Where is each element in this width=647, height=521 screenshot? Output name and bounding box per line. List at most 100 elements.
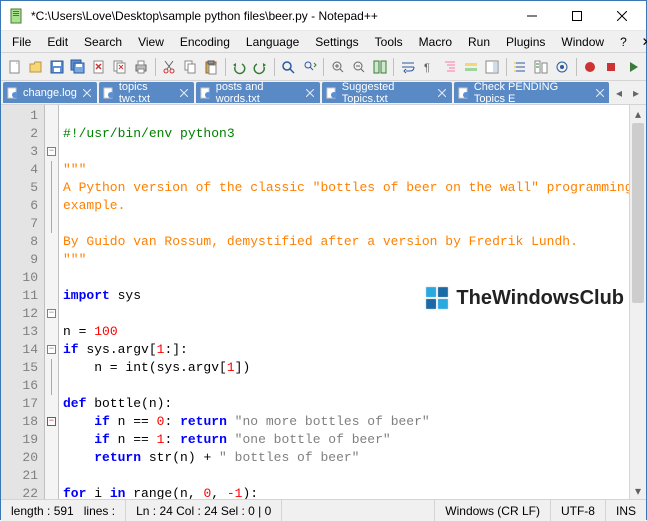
- tab-posts-words[interactable]: posts and words.txt: [196, 82, 320, 103]
- stop-macro-button[interactable]: [602, 56, 621, 78]
- tab-scroll-right[interactable]: ▸: [628, 85, 644, 101]
- menu-macro[interactable]: Macro: [412, 33, 459, 51]
- close-all-button[interactable]: [111, 56, 130, 78]
- tab-topics-twc[interactable]: topics twc.txt: [99, 82, 194, 103]
- status-eol[interactable]: Windows (CR LF): [435, 500, 551, 521]
- menu-edit[interactable]: Edit: [40, 33, 75, 51]
- cut-button[interactable]: [160, 56, 179, 78]
- monitoring-button[interactable]: [553, 56, 572, 78]
- tab-close-icon[interactable]: [179, 87, 190, 99]
- maximize-button[interactable]: [554, 1, 599, 30]
- app-icon: [9, 8, 25, 24]
- toolbar-separator: [576, 58, 577, 76]
- line-number: 17: [3, 395, 38, 413]
- line-number: 16: [3, 377, 38, 395]
- tab-label: Suggested Topics.txt: [342, 81, 433, 105]
- fold-toggle[interactable]: −: [47, 345, 56, 354]
- copy-button[interactable]: [181, 56, 200, 78]
- tab-close-icon[interactable]: [594, 87, 605, 99]
- redo-button[interactable]: [251, 56, 270, 78]
- fold-toggle[interactable]: −: [47, 417, 56, 426]
- tab-check-pending[interactable]: Check PENDING Topics E: [454, 82, 609, 103]
- wordwrap-button[interactable]: [398, 56, 417, 78]
- menu-window[interactable]: Window: [554, 33, 611, 51]
- toolbar-separator: [274, 58, 275, 76]
- toolbar-separator: [225, 58, 226, 76]
- line-number: 13: [3, 323, 38, 341]
- file-icon: [458, 87, 470, 99]
- tab-suggested-topics[interactable]: Suggested Topics.txt: [322, 82, 452, 103]
- line-number: 11: [3, 287, 38, 305]
- line-number: 12: [3, 305, 38, 323]
- minimize-button[interactable]: [509, 1, 554, 30]
- doc-map-button[interactable]: [483, 56, 502, 78]
- menubar: File Edit Search View Encoding Language …: [1, 31, 646, 53]
- line-number: 6: [3, 197, 38, 215]
- tab-close-icon[interactable]: [437, 87, 448, 99]
- close-file-button[interactable]: [89, 56, 108, 78]
- line-number: 15: [3, 359, 38, 377]
- print-button[interactable]: [132, 56, 151, 78]
- close-button[interactable]: [599, 1, 644, 30]
- line-number: 20: [3, 449, 38, 467]
- find-button[interactable]: [279, 56, 298, 78]
- line-number: 14: [3, 341, 38, 359]
- vertical-scrollbar[interactable]: ▴ ▾: [629, 105, 646, 499]
- menu-tools[interactable]: Tools: [368, 33, 410, 51]
- save-all-button[interactable]: [68, 56, 87, 78]
- function-list-button[interactable]: [511, 56, 530, 78]
- fold-column[interactable]: − − − −: [45, 105, 59, 499]
- indent-guide-button[interactable]: [440, 56, 459, 78]
- menu-run[interactable]: Run: [461, 33, 497, 51]
- play-macro-button[interactable]: [623, 56, 642, 78]
- folder-workspace-button[interactable]: [532, 56, 551, 78]
- menu-view[interactable]: View: [131, 33, 171, 51]
- undo-button[interactable]: [230, 56, 249, 78]
- scroll-up-icon[interactable]: ▴: [630, 105, 646, 122]
- toolbar-separator: [393, 58, 394, 76]
- scroll-down-icon[interactable]: ▾: [630, 482, 646, 499]
- menu-search[interactable]: Search: [77, 33, 129, 51]
- fold-toggle[interactable]: −: [47, 309, 56, 318]
- open-file-button[interactable]: [26, 56, 45, 78]
- toolbar-separator: [155, 58, 156, 76]
- menu-encoding[interactable]: Encoding: [173, 33, 237, 51]
- replace-button[interactable]: [300, 56, 319, 78]
- sync-scroll-button[interactable]: [370, 56, 389, 78]
- menu-settings[interactable]: Settings: [308, 33, 365, 51]
- menu-plugins[interactable]: Plugins: [499, 33, 552, 51]
- file-icon: [326, 87, 338, 99]
- new-file-button[interactable]: [5, 56, 24, 78]
- paste-button[interactable]: [202, 56, 221, 78]
- line-number: 3: [3, 143, 38, 161]
- zoom-in-button[interactable]: [328, 56, 347, 78]
- line-number: 10: [3, 269, 38, 287]
- fold-toggle[interactable]: −: [47, 147, 56, 156]
- tab-close-icon[interactable]: [305, 87, 316, 99]
- menu-help[interactable]: ?: [613, 33, 634, 51]
- menu-close-x[interactable]: ✕: [636, 33, 647, 51]
- tab-label: change.log: [23, 87, 77, 99]
- menu-language[interactable]: Language: [239, 33, 306, 51]
- file-icon: [103, 87, 115, 99]
- save-button[interactable]: [47, 56, 66, 78]
- line-number: 9: [3, 251, 38, 269]
- menu-file[interactable]: File: [5, 33, 38, 51]
- line-number: 5: [3, 179, 38, 197]
- toolbar-separator: [323, 58, 324, 76]
- titlebar: *C:\Users\Love\Desktop\sample python fil…: [1, 1, 646, 31]
- scrollbar-thumb[interactable]: [632, 123, 644, 303]
- udl-button[interactable]: [461, 56, 480, 78]
- status-encoding[interactable]: UTF-8: [551, 500, 606, 521]
- line-number: 21: [3, 467, 38, 485]
- tab-change-log[interactable]: change.log: [3, 82, 97, 103]
- tab-close-icon[interactable]: [81, 87, 93, 99]
- tab-scroll-left[interactable]: ◂: [611, 85, 627, 101]
- status-ovr[interactable]: INS: [606, 500, 646, 521]
- zoom-out-button[interactable]: [349, 56, 368, 78]
- code-area[interactable]: #!/usr/bin/env python3 """ A Python vers…: [59, 105, 629, 499]
- record-macro-button[interactable]: [581, 56, 600, 78]
- show-all-chars-button[interactable]: ¶: [419, 56, 438, 78]
- tab-label: Check PENDING Topics E: [474, 81, 590, 105]
- line-number: 19: [3, 431, 38, 449]
